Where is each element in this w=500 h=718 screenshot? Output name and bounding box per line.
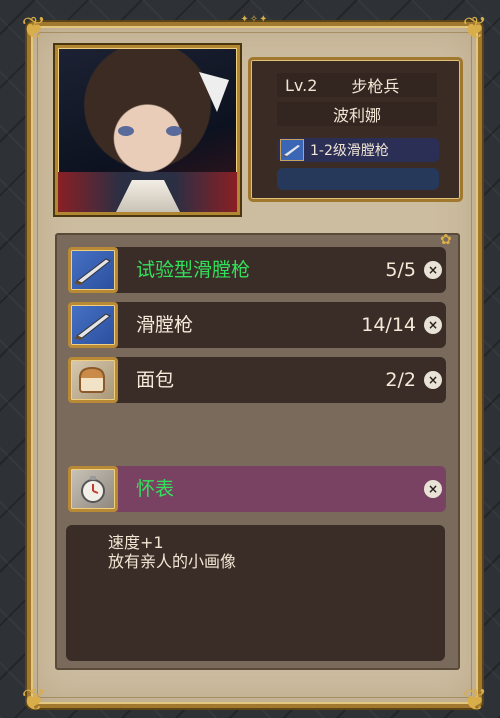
corner-ornament-bottom-left: ❦ [21, 683, 47, 718]
item-name: 面包 [136, 369, 175, 391]
description-line-2: 放有亲人的小画像 [108, 552, 237, 571]
character-name: 波利娜 [332, 106, 381, 125]
corner-ornament-top-right: ❦ [462, 11, 488, 46]
empty-equipment-slot[interactable] [277, 168, 439, 190]
class-text: 步枪兵 [351, 77, 400, 96]
character-name-row: 波利娜 [277, 102, 437, 126]
top-ornament: ✦✧✦ [240, 14, 269, 25]
musket-icon [280, 139, 304, 161]
accessory-item[interactable]: 怀表 × [68, 466, 446, 512]
weapon-label: 1-2级滑膛枪 [310, 143, 389, 159]
remove-item-button[interactable]: × [424, 261, 442, 279]
portrait-eye-left [118, 126, 134, 136]
inventory-item-1[interactable]: 试验型滑膛枪 5/5 × [68, 247, 446, 293]
inventory-item-3[interactable]: 面包 2/2 × [68, 357, 446, 403]
item-name: 试验型滑膛枪 [136, 259, 251, 281]
character-info-box: Lv.2 步枪兵 波利娜 1-2级滑膛枪 [248, 57, 463, 202]
level-text: Lv.2 [285, 75, 318, 95]
portrait-hair-bow [199, 72, 229, 112]
item-count: 5/5 [385, 259, 416, 281]
description-line-1: 速度+1 [108, 533, 164, 552]
character-portrait[interactable] [55, 45, 240, 215]
remove-item-button[interactable]: × [424, 316, 442, 334]
portrait-eye-right [166, 126, 182, 136]
musket-icon [68, 302, 118, 348]
inventory-item-2[interactable]: 滑膛枪 14/14 × [68, 302, 446, 348]
weapon-pill[interactable]: 1-2级滑膛枪 [277, 138, 439, 162]
item-description: 速度+1 放有亲人的小画像 [66, 525, 445, 661]
bread-icon [68, 357, 118, 403]
pocket-watch-icon [68, 466, 118, 512]
level-class-row: Lv.2 步枪兵 [277, 73, 437, 97]
musket-icon [68, 247, 118, 293]
item-name: 滑膛枪 [136, 314, 194, 336]
corner-ornament-top-left: ❦ [21, 11, 47, 46]
remove-item-button[interactable]: × [424, 371, 442, 389]
accessory-name: 怀表 [136, 478, 175, 500]
remove-accessory-button[interactable]: × [424, 480, 442, 498]
item-count: 2/2 [385, 369, 416, 391]
corner-ornament-bottom-right: ❦ [462, 683, 488, 718]
item-count: 14/14 [361, 314, 416, 336]
